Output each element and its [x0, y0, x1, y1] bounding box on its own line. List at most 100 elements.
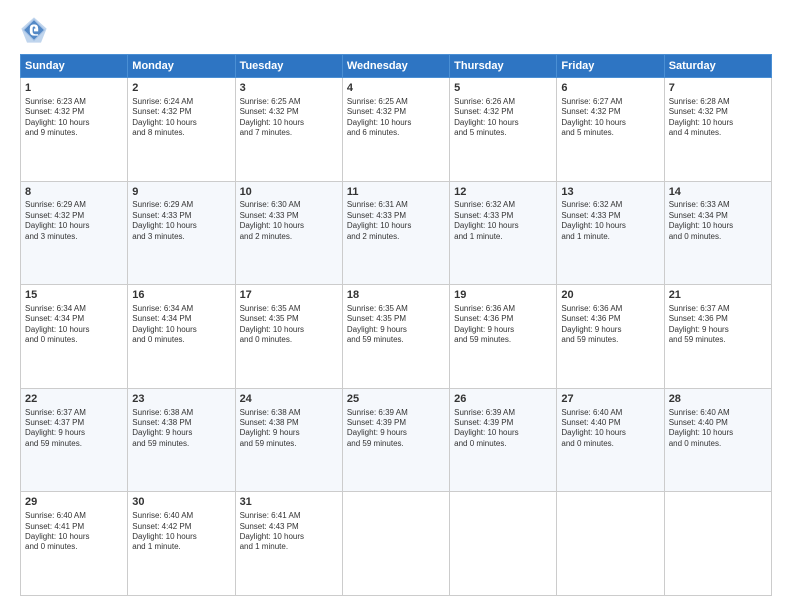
- cell-text: Sunrise: 6:38 AM Sunset: 4:38 PM Dayligh…: [132, 408, 230, 450]
- calendar-cell: [450, 492, 557, 596]
- calendar-week-row: 29Sunrise: 6:40 AM Sunset: 4:41 PM Dayli…: [21, 492, 772, 596]
- day-number: 6: [561, 81, 659, 96]
- calendar-cell: 15Sunrise: 6:34 AM Sunset: 4:34 PM Dayli…: [21, 285, 128, 389]
- calendar-week-row: 1Sunrise: 6:23 AM Sunset: 4:32 PM Daylig…: [21, 78, 772, 182]
- cell-text: Sunrise: 6:38 AM Sunset: 4:38 PM Dayligh…: [240, 408, 338, 450]
- cell-text: Sunrise: 6:34 AM Sunset: 4:34 PM Dayligh…: [25, 304, 123, 346]
- calendar-cell: 11Sunrise: 6:31 AM Sunset: 4:33 PM Dayli…: [342, 181, 449, 285]
- cell-text: Sunrise: 6:25 AM Sunset: 4:32 PM Dayligh…: [347, 97, 445, 139]
- logo: [20, 16, 52, 44]
- calendar-week-row: 15Sunrise: 6:34 AM Sunset: 4:34 PM Dayli…: [21, 285, 772, 389]
- calendar-cell: 8Sunrise: 6:29 AM Sunset: 4:32 PM Daylig…: [21, 181, 128, 285]
- calendar-cell: 27Sunrise: 6:40 AM Sunset: 4:40 PM Dayli…: [557, 388, 664, 492]
- cell-text: Sunrise: 6:37 AM Sunset: 4:37 PM Dayligh…: [25, 408, 123, 450]
- day-number: 22: [25, 392, 123, 407]
- day-number: 1: [25, 81, 123, 96]
- calendar-cell: 20Sunrise: 6:36 AM Sunset: 4:36 PM Dayli…: [557, 285, 664, 389]
- cell-text: Sunrise: 6:28 AM Sunset: 4:32 PM Dayligh…: [669, 97, 767, 139]
- cell-text: Sunrise: 6:24 AM Sunset: 4:32 PM Dayligh…: [132, 97, 230, 139]
- calendar-cell: [342, 492, 449, 596]
- day-number: 10: [240, 185, 338, 200]
- calendar-cell: 19Sunrise: 6:36 AM Sunset: 4:36 PM Dayli…: [450, 285, 557, 389]
- cell-text: Sunrise: 6:35 AM Sunset: 4:35 PM Dayligh…: [347, 304, 445, 346]
- calendar-cell: 28Sunrise: 6:40 AM Sunset: 4:40 PM Dayli…: [664, 388, 771, 492]
- day-number: 7: [669, 81, 767, 96]
- cell-text: Sunrise: 6:33 AM Sunset: 4:34 PM Dayligh…: [669, 200, 767, 242]
- day-number: 12: [454, 185, 552, 200]
- calendar-cell: 16Sunrise: 6:34 AM Sunset: 4:34 PM Dayli…: [128, 285, 235, 389]
- day-number: 21: [669, 288, 767, 303]
- cell-text: Sunrise: 6:29 AM Sunset: 4:33 PM Dayligh…: [132, 200, 230, 242]
- cell-text: Sunrise: 6:27 AM Sunset: 4:32 PM Dayligh…: [561, 97, 659, 139]
- cell-text: Sunrise: 6:40 AM Sunset: 4:40 PM Dayligh…: [561, 408, 659, 450]
- cell-text: Sunrise: 6:39 AM Sunset: 4:39 PM Dayligh…: [347, 408, 445, 450]
- cell-text: Sunrise: 6:36 AM Sunset: 4:36 PM Dayligh…: [454, 304, 552, 346]
- cell-text: Sunrise: 6:32 AM Sunset: 4:33 PM Dayligh…: [561, 200, 659, 242]
- calendar-week-row: 22Sunrise: 6:37 AM Sunset: 4:37 PM Dayli…: [21, 388, 772, 492]
- cell-text: Sunrise: 6:32 AM Sunset: 4:33 PM Dayligh…: [454, 200, 552, 242]
- day-number: 25: [347, 392, 445, 407]
- day-number: 4: [347, 81, 445, 96]
- calendar-cell: 7Sunrise: 6:28 AM Sunset: 4:32 PM Daylig…: [664, 78, 771, 182]
- cell-text: Sunrise: 6:34 AM Sunset: 4:34 PM Dayligh…: [132, 304, 230, 346]
- day-number: 15: [25, 288, 123, 303]
- cell-text: Sunrise: 6:26 AM Sunset: 4:32 PM Dayligh…: [454, 97, 552, 139]
- day-number: 9: [132, 185, 230, 200]
- day-number: 14: [669, 185, 767, 200]
- header: [20, 16, 772, 44]
- calendar-cell: [557, 492, 664, 596]
- day-number: 13: [561, 185, 659, 200]
- calendar-cell: 30Sunrise: 6:40 AM Sunset: 4:42 PM Dayli…: [128, 492, 235, 596]
- day-number: 19: [454, 288, 552, 303]
- calendar-cell: 22Sunrise: 6:37 AM Sunset: 4:37 PM Dayli…: [21, 388, 128, 492]
- day-number: 3: [240, 81, 338, 96]
- calendar-cell: 2Sunrise: 6:24 AM Sunset: 4:32 PM Daylig…: [128, 78, 235, 182]
- page: SundayMondayTuesdayWednesdayThursdayFrid…: [0, 0, 792, 612]
- cell-text: Sunrise: 6:40 AM Sunset: 4:41 PM Dayligh…: [25, 511, 123, 553]
- day-number: 28: [669, 392, 767, 407]
- calendar-cell: 5Sunrise: 6:26 AM Sunset: 4:32 PM Daylig…: [450, 78, 557, 182]
- day-number: 26: [454, 392, 552, 407]
- cell-text: Sunrise: 6:40 AM Sunset: 4:42 PM Dayligh…: [132, 511, 230, 553]
- day-number: 24: [240, 392, 338, 407]
- calendar-cell: 21Sunrise: 6:37 AM Sunset: 4:36 PM Dayli…: [664, 285, 771, 389]
- day-number: 20: [561, 288, 659, 303]
- calendar-cell: 13Sunrise: 6:32 AM Sunset: 4:33 PM Dayli…: [557, 181, 664, 285]
- day-number: 27: [561, 392, 659, 407]
- day-number: 5: [454, 81, 552, 96]
- cell-text: Sunrise: 6:25 AM Sunset: 4:32 PM Dayligh…: [240, 97, 338, 139]
- cell-text: Sunrise: 6:41 AM Sunset: 4:43 PM Dayligh…: [240, 511, 338, 553]
- logo-icon: [20, 16, 48, 44]
- calendar-cell: 24Sunrise: 6:38 AM Sunset: 4:38 PM Dayli…: [235, 388, 342, 492]
- cell-text: Sunrise: 6:39 AM Sunset: 4:39 PM Dayligh…: [454, 408, 552, 450]
- day-number: 29: [25, 495, 123, 510]
- calendar-cell: 23Sunrise: 6:38 AM Sunset: 4:38 PM Dayli…: [128, 388, 235, 492]
- calendar-cell: 10Sunrise: 6:30 AM Sunset: 4:33 PM Dayli…: [235, 181, 342, 285]
- cell-text: Sunrise: 6:36 AM Sunset: 4:36 PM Dayligh…: [561, 304, 659, 346]
- day-number: 23: [132, 392, 230, 407]
- day-number: 16: [132, 288, 230, 303]
- day-header-saturday: Saturday: [664, 55, 771, 78]
- cell-text: Sunrise: 6:31 AM Sunset: 4:33 PM Dayligh…: [347, 200, 445, 242]
- calendar-cell: 17Sunrise: 6:35 AM Sunset: 4:35 PM Dayli…: [235, 285, 342, 389]
- calendar-table: SundayMondayTuesdayWednesdayThursdayFrid…: [20, 54, 772, 596]
- calendar-week-row: 8Sunrise: 6:29 AM Sunset: 4:32 PM Daylig…: [21, 181, 772, 285]
- calendar-cell: 29Sunrise: 6:40 AM Sunset: 4:41 PM Dayli…: [21, 492, 128, 596]
- calendar-header-row: SundayMondayTuesdayWednesdayThursdayFrid…: [21, 55, 772, 78]
- cell-text: Sunrise: 6:30 AM Sunset: 4:33 PM Dayligh…: [240, 200, 338, 242]
- day-header-tuesday: Tuesday: [235, 55, 342, 78]
- calendar-cell: 14Sunrise: 6:33 AM Sunset: 4:34 PM Dayli…: [664, 181, 771, 285]
- day-number: 31: [240, 495, 338, 510]
- cell-text: Sunrise: 6:37 AM Sunset: 4:36 PM Dayligh…: [669, 304, 767, 346]
- day-number: 11: [347, 185, 445, 200]
- calendar-cell: 6Sunrise: 6:27 AM Sunset: 4:32 PM Daylig…: [557, 78, 664, 182]
- calendar-cell: 9Sunrise: 6:29 AM Sunset: 4:33 PM Daylig…: [128, 181, 235, 285]
- day-number: 8: [25, 185, 123, 200]
- cell-text: Sunrise: 6:35 AM Sunset: 4:35 PM Dayligh…: [240, 304, 338, 346]
- calendar-cell: 1Sunrise: 6:23 AM Sunset: 4:32 PM Daylig…: [21, 78, 128, 182]
- calendar-cell: 4Sunrise: 6:25 AM Sunset: 4:32 PM Daylig…: [342, 78, 449, 182]
- calendar-cell: 18Sunrise: 6:35 AM Sunset: 4:35 PM Dayli…: [342, 285, 449, 389]
- day-number: 30: [132, 495, 230, 510]
- day-number: 2: [132, 81, 230, 96]
- calendar-cell: 31Sunrise: 6:41 AM Sunset: 4:43 PM Dayli…: [235, 492, 342, 596]
